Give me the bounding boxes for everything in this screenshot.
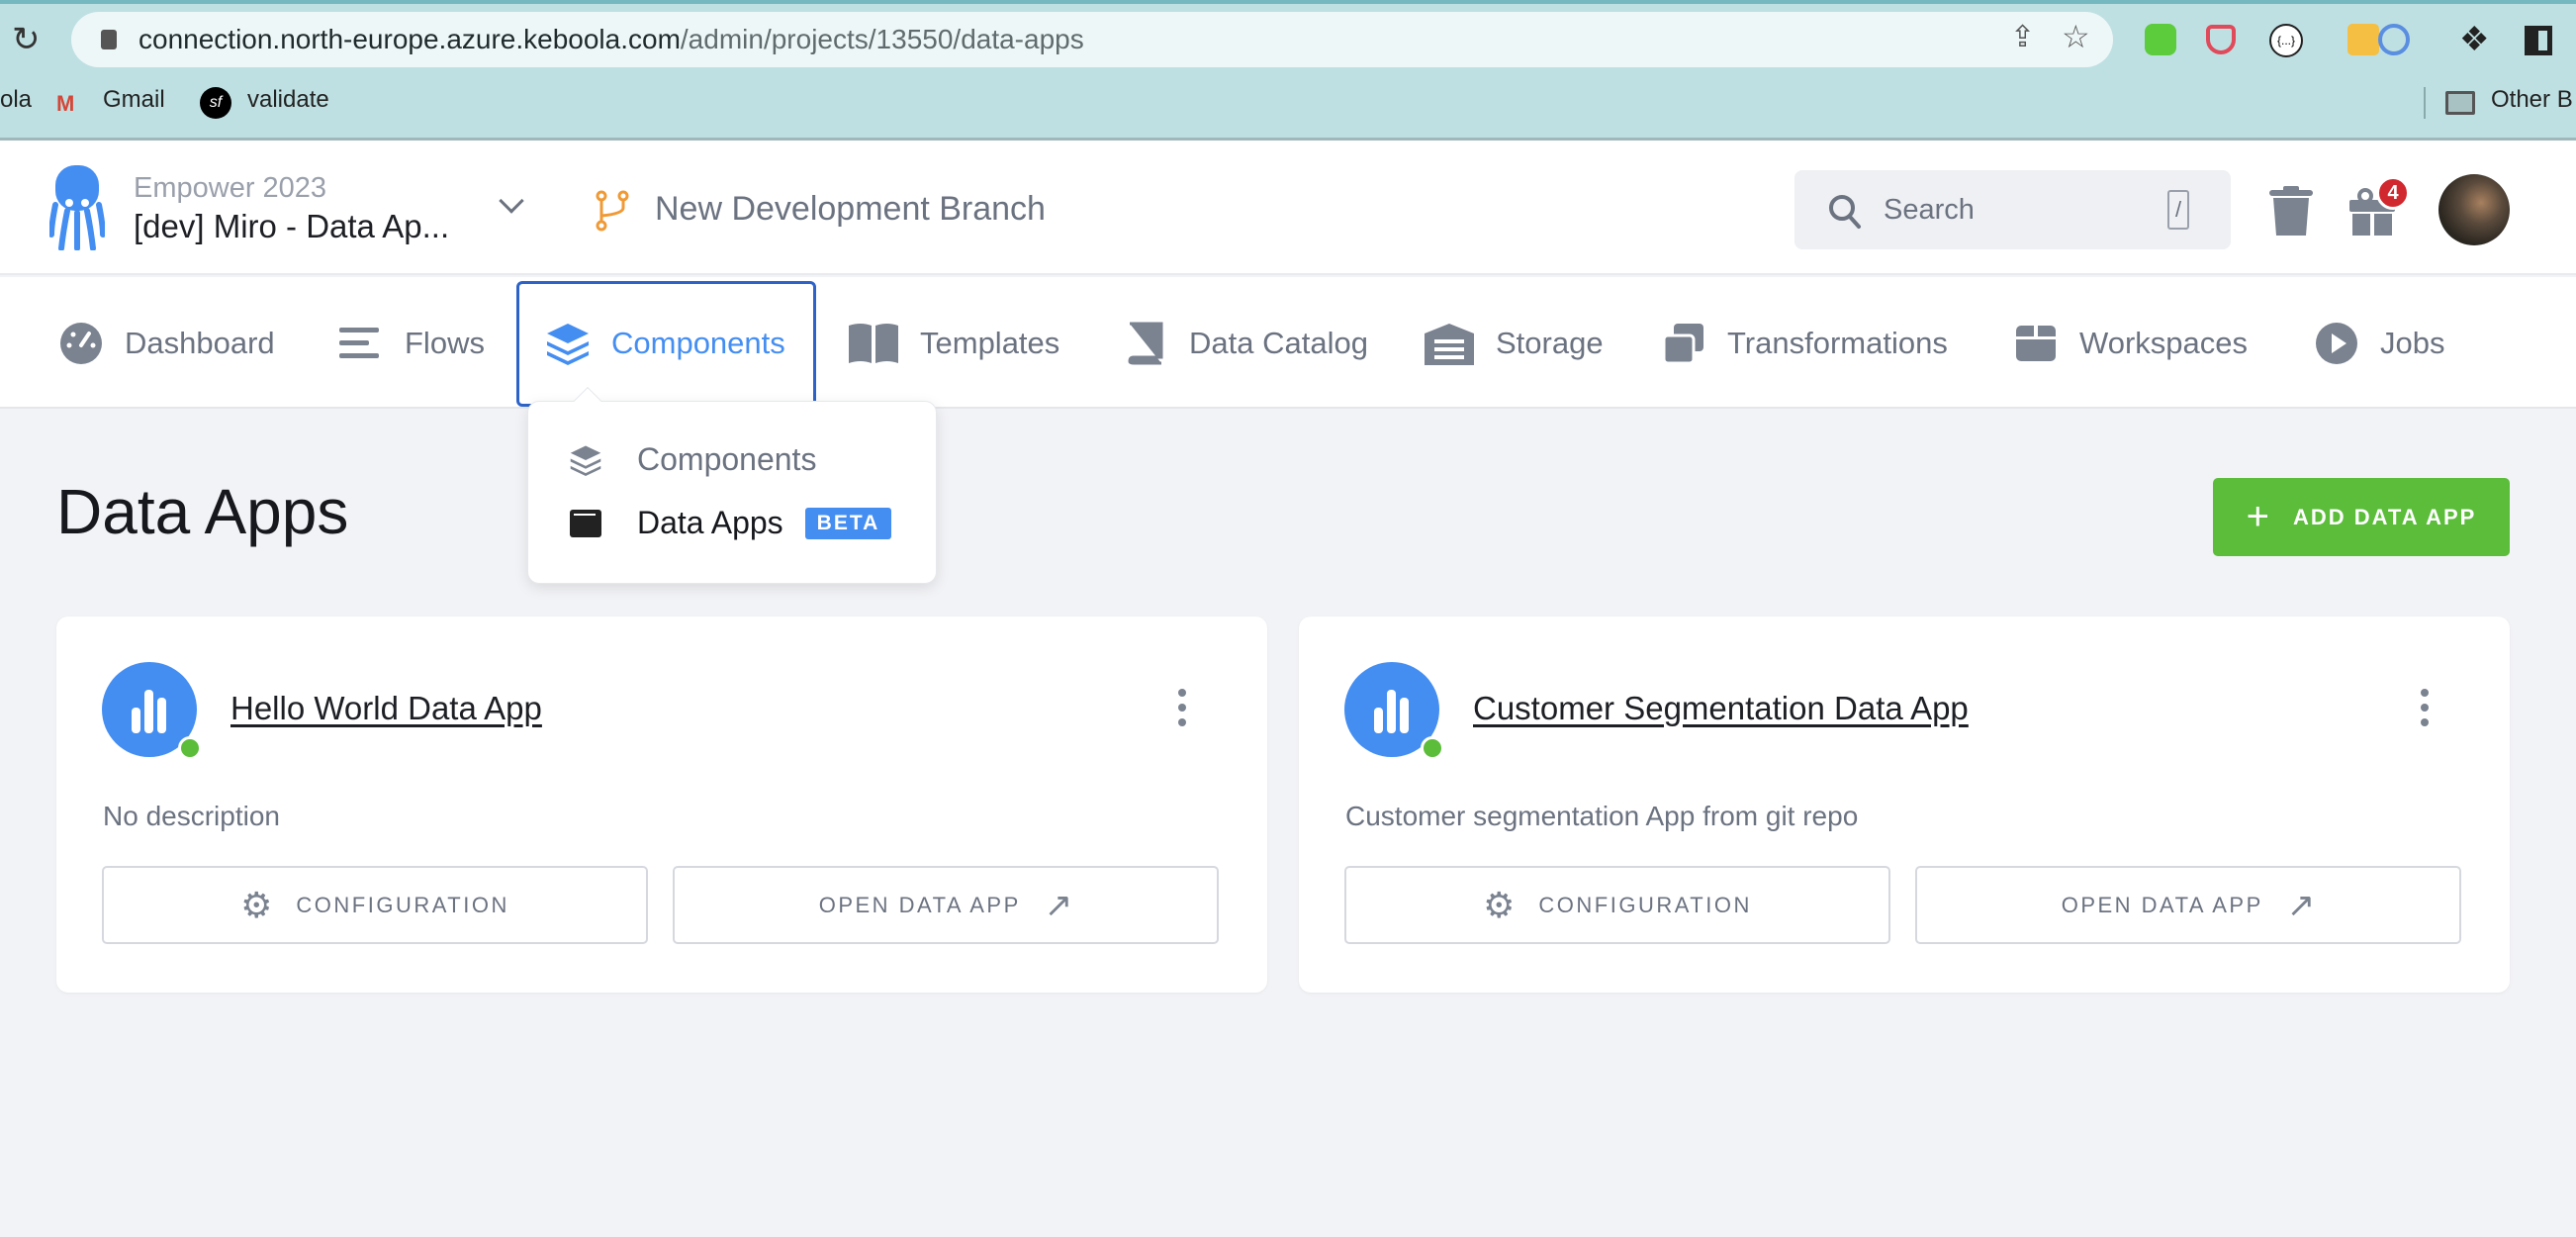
nav-flows[interactable]: Flows — [339, 277, 485, 409]
data-app-description: Customer segmentation App from git repo — [1345, 801, 1859, 831]
nav-label: Transformations — [1727, 325, 1948, 360]
data-app-card: Customer Segmentation Data App Customer … — [1299, 617, 2510, 993]
nav-label: Flows — [405, 325, 485, 360]
nav-label: Dashboard — [125, 325, 275, 360]
open-data-app-button[interactable]: OPEN DATA APP ↗ — [673, 866, 1219, 944]
dashboard-gauge-icon — [60, 322, 102, 364]
add-data-app-button[interactable]: + ADD DATA APP — [2213, 478, 2510, 556]
nav-dashboard[interactable]: Dashboard — [59, 277, 275, 409]
kebab-menu-icon[interactable] — [2419, 688, 2431, 727]
url-host: connection.north-europe.azure.keboola.co… — [138, 24, 681, 54]
open-data-app-label: OPEN DATA APP — [818, 892, 1021, 917]
other-bookmarks[interactable]: Other B — [2491, 86, 2573, 114]
nav-jobs[interactable]: Jobs — [2315, 277, 2444, 409]
extension-thumbs-icon[interactable] — [2145, 24, 2176, 55]
configuration-button[interactable]: ⚙ CONFIGURATION — [1344, 866, 1890, 944]
workspaces-box-icon — [2016, 325, 2056, 361]
bookmark-gmail[interactable]: Gmail — [103, 86, 165, 114]
bookmarks-divider — [2424, 87, 2426, 119]
org-name: Empower 2023 — [134, 172, 327, 204]
jobs-play-icon — [2316, 322, 2357, 364]
nav-storage[interactable]: Storage — [1425, 277, 1604, 409]
nav-label: Templates — [920, 325, 1060, 360]
nav-workspaces[interactable]: Workspaces — [2014, 277, 2248, 409]
nav-label: Workspaces — [2079, 325, 2248, 360]
external-link-icon: ↗ — [2286, 886, 2316, 924]
beta-badge: BETA — [804, 507, 892, 539]
open-data-app-button[interactable]: OPEN DATA APP ↗ — [1915, 866, 2461, 944]
add-data-app-label: ADD DATA APP — [2293, 504, 2477, 529]
plus-icon: + — [2246, 495, 2272, 538]
search-icon — [1829, 195, 1861, 229]
search-input[interactable]: Search — [1884, 194, 1975, 227]
dropdown-item-data-apps[interactable]: Data Apps BETA — [570, 505, 892, 541]
user-avatar[interactable] — [2438, 174, 2510, 245]
branch-name[interactable]: New Development Branch — [655, 190, 1046, 229]
external-link-icon: ↗ — [1044, 886, 1073, 924]
page-title: Data Apps — [56, 476, 349, 547]
project-name[interactable]: [dev] Miro - Data Ap... — [134, 208, 449, 245]
app-window-icon — [570, 509, 601, 537]
nav-transformations[interactable]: Transformations — [1662, 277, 1948, 409]
components-layers-icon — [570, 444, 601, 476]
reload-icon[interactable]: ↻ — [12, 20, 41, 59]
storage-warehouse-icon — [1425, 323, 1474, 365]
lock-icon — [101, 30, 117, 49]
gear-icon: ⚙ — [1483, 884, 1516, 925]
nav-label: Jobs — [2380, 325, 2445, 360]
bookmark-star-icon[interactable]: ☆ — [2062, 18, 2090, 55]
open-data-app-label: OPEN DATA APP — [2061, 892, 2263, 917]
project-switcher-chevron-icon[interactable] — [499, 188, 524, 214]
components-dropdown-menu: Components Data Apps BETA — [527, 386, 937, 584]
notification-badge: 4 — [2376, 176, 2410, 210]
app-header: Empower 2023 [dev] Miro - Data Ap... New… — [0, 141, 2576, 275]
data-app-title-link[interactable]: Customer Segmentation Data App — [1473, 690, 1969, 727]
configuration-label: CONFIGURATION — [296, 892, 509, 917]
folder-icon — [2445, 91, 2475, 115]
status-running-dot — [1421, 736, 1444, 760]
dropdown-item-components[interactable]: Components — [570, 441, 816, 478]
configuration-button[interactable]: ⚙ CONFIGURATION — [102, 866, 648, 944]
share-icon[interactable]: ⇪ — [2010, 20, 2035, 54]
templates-book-icon — [849, 323, 898, 363]
search-shortcut-key: / — [2167, 190, 2189, 230]
kebab-menu-icon[interactable] — [1176, 688, 1188, 727]
password-manager-icon[interactable] — [2378, 24, 2410, 55]
nav-label: Storage — [1496, 325, 1604, 360]
status-running-dot — [178, 736, 202, 760]
nav-data-catalog[interactable]: Data Catalog — [1124, 277, 1368, 409]
data-app-description: No description — [103, 801, 280, 831]
keboola-logo-icon[interactable] — [49, 165, 105, 250]
search-box[interactable]: Search / — [1794, 170, 2231, 249]
configuration-label: CONFIGURATION — [1538, 892, 1752, 917]
symfony-icon: sf — [200, 87, 231, 119]
side-panel-icon[interactable] — [2525, 26, 2552, 55]
gmail-icon: M — [56, 91, 75, 116]
data-app-card: Hello World Data App No description ⚙ CO… — [56, 617, 1267, 993]
bookmark-ola[interactable]: ola — [0, 86, 32, 114]
data-app-title-link[interactable]: Hello World Data App — [230, 690, 542, 727]
nav-templates[interactable]: Templates — [849, 277, 1059, 409]
transformations-icon — [1662, 323, 1703, 364]
browser-chrome: ↻ connection.north-europe.azure.keboola.… — [0, 0, 2576, 141]
extensions-puzzle-icon[interactable]: ❖ — [2459, 20, 2489, 59]
address-bar[interactable]: connection.north-europe.azure.keboola.co… — [71, 12, 2113, 67]
gear-icon: ⚙ — [240, 884, 273, 925]
dropdown-item-label: Components — [637, 441, 817, 477]
data-catalog-book-icon — [1128, 322, 1163, 364]
json-extension-icon[interactable]: {...} — [2269, 24, 2303, 57]
bookmark-validate[interactable]: validate — [247, 86, 329, 114]
pocket-icon[interactable] — [2206, 25, 2236, 54]
keep-icon[interactable] — [2347, 24, 2379, 55]
tab-strip — [0, 0, 2576, 4]
branch-icon — [596, 190, 629, 232]
trash-icon[interactable] — [2269, 186, 2313, 236]
dropdown-item-label: Data Apps — [637, 505, 783, 540]
nav-label: Data Catalog — [1189, 325, 1368, 360]
active-nav-highlight — [516, 281, 816, 407]
main-nav: Dashboard Flows Components Templates Dat… — [0, 277, 2576, 409]
flows-lines-icon — [339, 327, 379, 358]
url-path: /admin/projects/13550/data-apps — [680, 24, 1084, 54]
